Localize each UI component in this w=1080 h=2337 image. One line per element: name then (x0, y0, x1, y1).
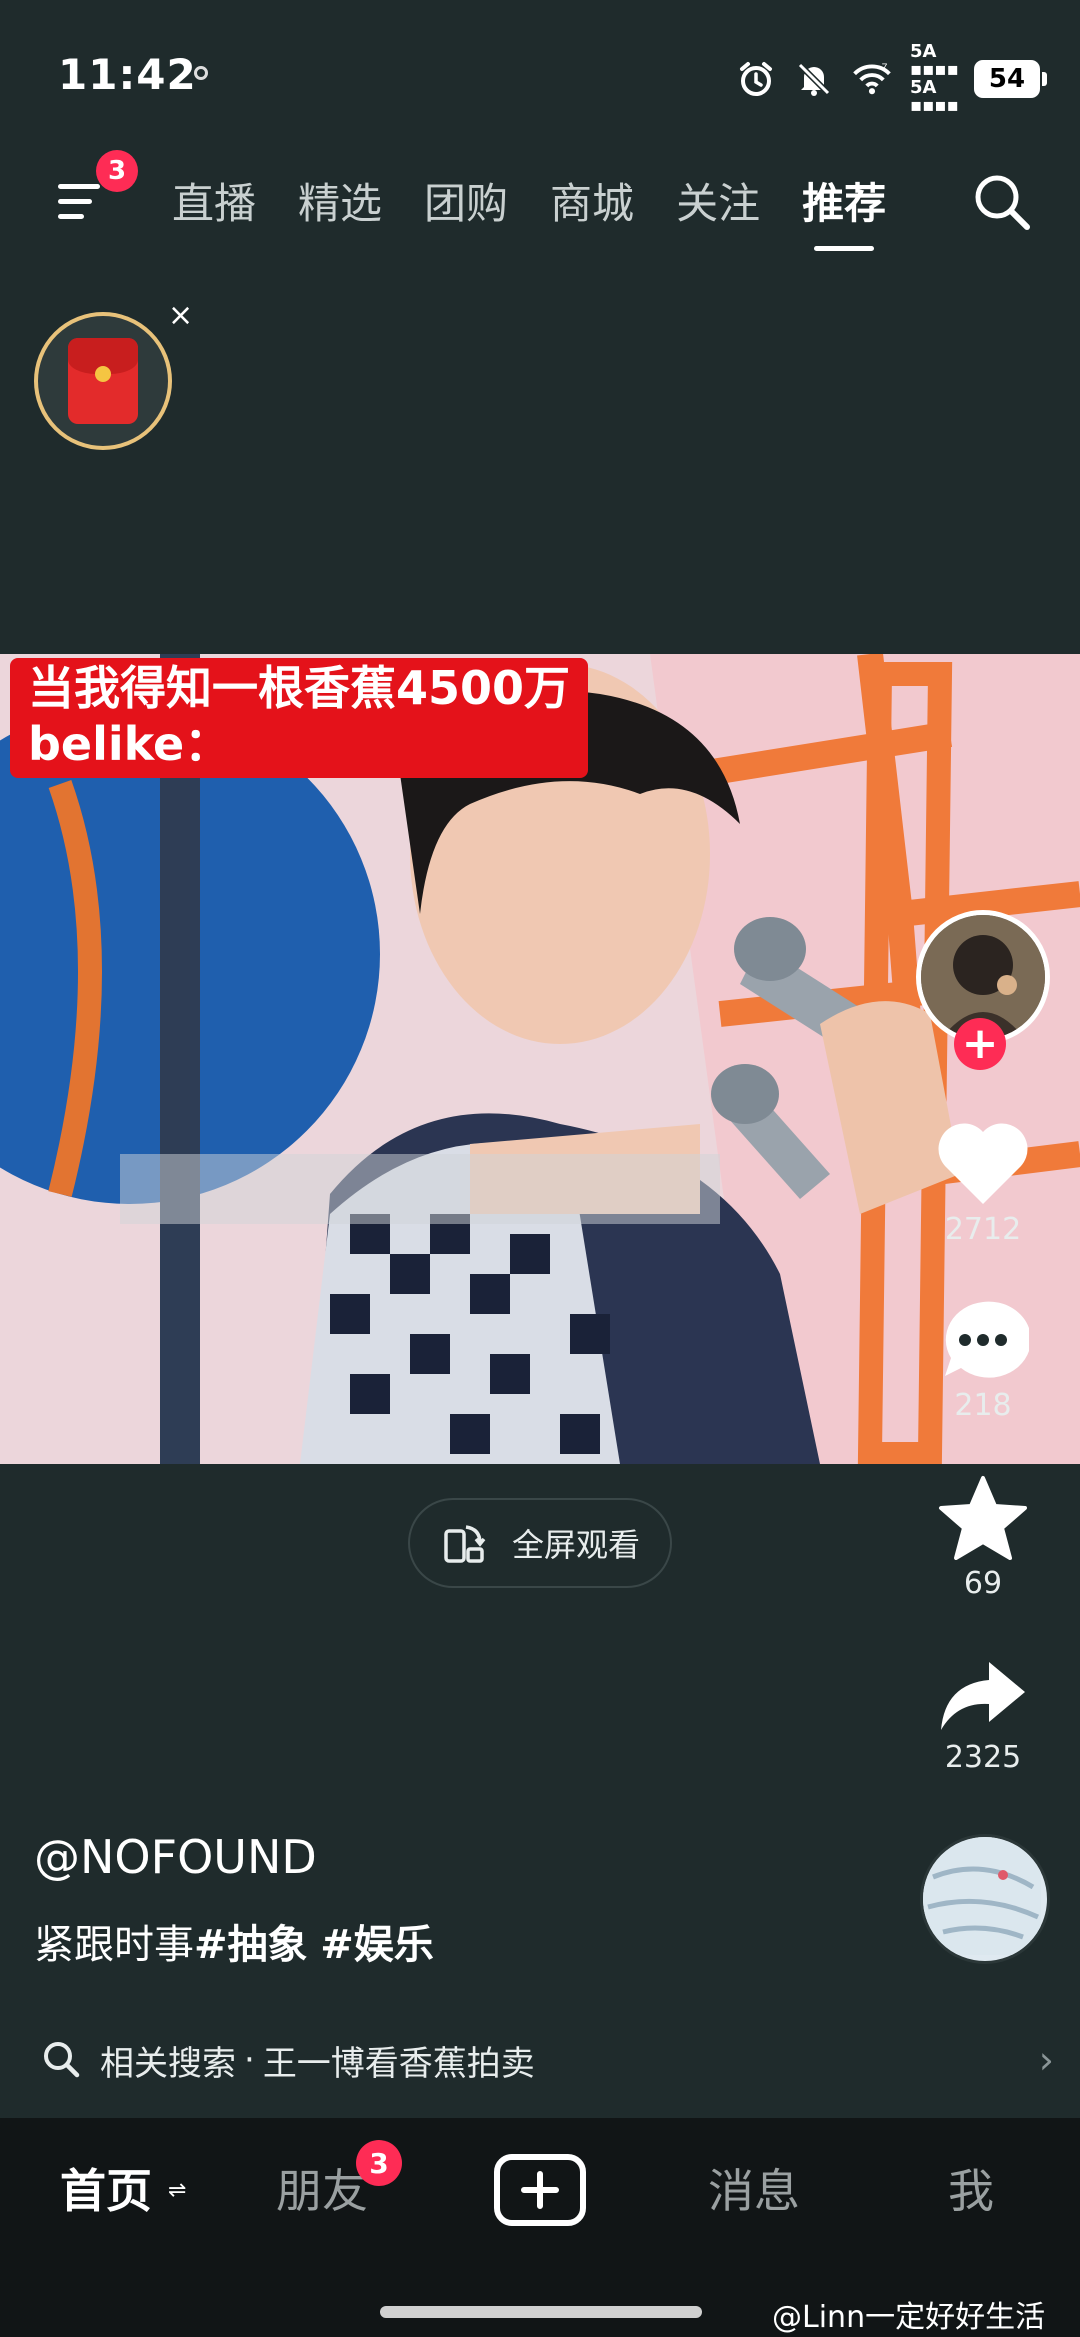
tab-mall[interactable]: 商城 (550, 170, 634, 231)
plus-icon (521, 2171, 559, 2209)
heart-icon (938, 1123, 1028, 1204)
fullscreen-label: 全屏观看 (511, 1526, 640, 1564)
caption-line-1: 当我得知一根香蕉4500万 (28, 661, 571, 715)
star-icon (939, 1476, 1027, 1560)
music-disc[interactable] (920, 1834, 1050, 1964)
mute-bell-icon (794, 59, 834, 99)
chevron-right-icon: › (1038, 2038, 1054, 2082)
tab-group-buy[interactable]: 团购 (424, 170, 508, 231)
tab-live[interactable]: 直播 (172, 170, 256, 231)
post-description: 紧跟时事#抽象 #娱乐 (34, 1912, 434, 1970)
status-icons: 7 5A ▪▪▪▪ 5A ▪▪▪▪ 54 (736, 43, 1047, 115)
hashtag-abstract[interactable]: #抽象 (194, 1922, 308, 1968)
nav-friends[interactable]: 朋友 (276, 2155, 368, 2221)
share-icon (941, 1662, 1025, 1730)
hashtag-entertainment[interactable]: #娱乐 (320, 1922, 434, 1968)
tab-recommended[interactable]: 推荐 (802, 170, 886, 251)
like-button[interactable]: 2712 (926, 1120, 1040, 1247)
caption-line-2: belike： (28, 717, 231, 771)
related-search-separator: · (244, 2040, 255, 2080)
red-envelope-icon (68, 338, 138, 424)
comment-count: 218 (954, 1388, 1012, 1423)
battery-indicator: 54 (974, 60, 1047, 98)
wifi-icon: 7 (852, 59, 892, 99)
comment-icon (945, 1301, 1029, 1378)
svg-text:7: 7 (882, 62, 888, 73)
network-type: 5A ▪▪▪▪ 5A ▪▪▪▪ (910, 41, 959, 116)
share-count: 2325 (944, 1740, 1022, 1775)
follow-plus-button[interactable]: + (954, 1018, 1006, 1070)
related-search-prefix: 相关搜索 (100, 2043, 236, 2084)
status-indicator-icon (194, 66, 208, 80)
favorite-button[interactable]: 69 (926, 1474, 1040, 1601)
like-count: 2712 (944, 1212, 1022, 1247)
menu-badge: 3 (96, 150, 138, 192)
tab-featured[interactable]: 精选 (298, 170, 382, 231)
red-envelope-widget[interactable] (34, 312, 172, 450)
nav-home[interactable]: 首页 (60, 2155, 152, 2221)
author-username[interactable]: @NOFOUND (34, 1830, 317, 1884)
nav-messages[interactable]: 消息 (708, 2155, 800, 2221)
alarm-icon (736, 59, 776, 99)
related-search-bar[interactable]: 相关搜索 · 王一博看香蕉拍卖 (0, 2022, 1080, 2098)
top-tabs: 直播 精选 团购 商城 关注 推荐 (172, 170, 886, 251)
create-post-button[interactable] (494, 2154, 586, 2226)
rotate-screen-icon (444, 1525, 486, 1563)
description-text: 紧跟时事 (34, 1922, 194, 1968)
home-indicator[interactable] (380, 2306, 702, 2318)
friends-badge: 3 (356, 2140, 402, 2186)
close-icon[interactable]: × (168, 298, 193, 333)
tab-following[interactable]: 关注 (676, 170, 760, 231)
search-small-icon (44, 2042, 80, 2078)
share-button[interactable]: 2325 (926, 1658, 1040, 1775)
fullscreen-button[interactable]: 全屏观看 (408, 1498, 672, 1588)
search-icon[interactable] (970, 170, 1034, 234)
favorite-count: 69 (963, 1566, 1003, 1601)
related-search-query: 王一博看香蕉拍卖 (262, 2043, 535, 2084)
comment-button[interactable]: 218 (926, 1296, 1040, 1423)
video-caption: 当我得知一根香蕉4500万 belike： (10, 658, 589, 778)
status-time: 11:42 (58, 50, 197, 99)
refresh-swap-icon: ⇌ (168, 2178, 187, 2203)
weibo-watermark: @Linn一定好好生活 (772, 2300, 1046, 2335)
nav-me[interactable]: 我 (948, 2155, 994, 2221)
